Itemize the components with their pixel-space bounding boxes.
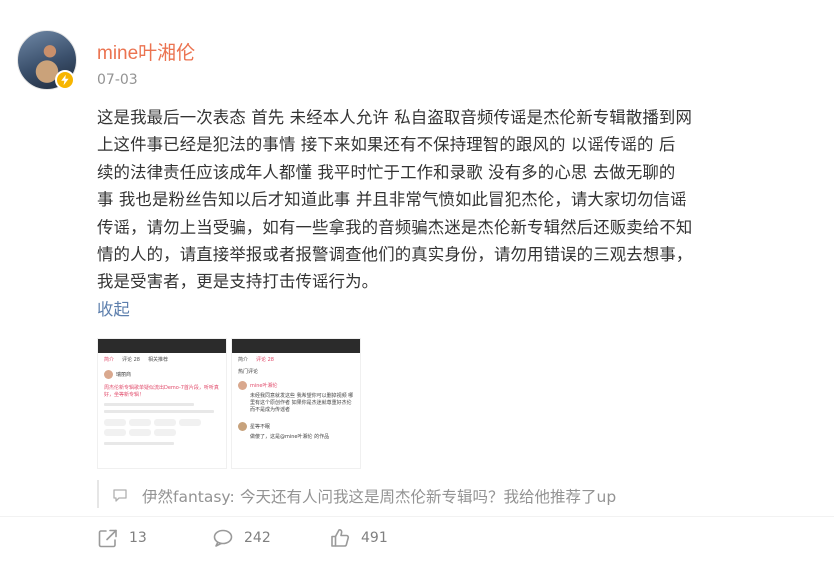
image-tab: 评论 28: [122, 357, 140, 363]
image-tab: 简介: [104, 357, 115, 363]
image-tabs: 简介 评论 28: [232, 353, 360, 366]
image-tab: 评论 28: [256, 357, 274, 363]
comment-indent-line: [97, 480, 99, 508]
verified-badge-icon: [55, 70, 75, 90]
author-name[interactable]: mine叶湘伦: [97, 38, 195, 65]
image-reply-user: 星等不眠: [232, 422, 360, 431]
repost-count: 13: [129, 530, 147, 546]
action-divider: [0, 516, 834, 517]
image-tag-chips: [98, 417, 226, 438]
post-text: 这是我最后一次表态 首先 未经本人允许 私自盗取音频传谣是杰伦新专辑散播到网 上…: [97, 108, 693, 292]
comment-icon: [212, 527, 234, 549]
repost-button[interactable]: 13: [97, 527, 147, 549]
share-icon: [97, 527, 119, 549]
image-user: 瑞丽商: [98, 370, 226, 379]
image-reply-text: 做傻了，这是@mine叶湘伦 的作品: [250, 434, 330, 440]
comment-author[interactable]: 伊然fantasy:: [142, 485, 235, 507]
post-image-2[interactable]: 简介 评论 28 热门评论 mine叶湘伦 未经我同意就发这些 我希望你可以删掉…: [231, 338, 361, 469]
like-count: 491: [361, 530, 388, 546]
post-date[interactable]: 07-03: [97, 72, 138, 88]
weibo-post-card: mine叶湘伦 07-03 这是我最后一次表态 首先 未经本人允许 私自盗取音频…: [0, 0, 834, 571]
comment-count: 242: [244, 530, 271, 546]
image-title: 周杰伦新专辑歌单疑似流出Demo-7首片段，听听真好，坐等新专辑！: [104, 385, 219, 398]
image-comment-user: mine叶湘伦: [232, 381, 360, 390]
image-section: 热门评论: [238, 369, 259, 375]
comment-bubble-icon: [112, 487, 128, 507]
like-button[interactable]: 491: [329, 527, 388, 549]
image-tabs: 简介 评论 28 相关推荐: [98, 353, 226, 366]
comment-text: 今天还有人问我这是周杰伦新专辑吗？我给他推荐了up: [240, 488, 617, 506]
image-tab: 简介: [238, 357, 249, 363]
image-tab: 相关推荐: [147, 357, 168, 363]
image-status-bar: [98, 339, 226, 353]
thumbs-up-icon: [329, 527, 351, 549]
comment-button[interactable]: 242: [212, 527, 271, 549]
image-comment-text: 未经我同意就发这些 我希望你可以删掉视频 哪里有这个原创作者 如果你是杰迷就尊重…: [250, 393, 354, 413]
image-status-bar: [232, 339, 360, 353]
post-image-1[interactable]: 简介 评论 28 相关推荐 瑞丽商 周杰伦新专辑歌单疑似流出Demo-7首片段，…: [97, 338, 227, 469]
collapse-link[interactable]: 收起: [97, 296, 130, 320]
